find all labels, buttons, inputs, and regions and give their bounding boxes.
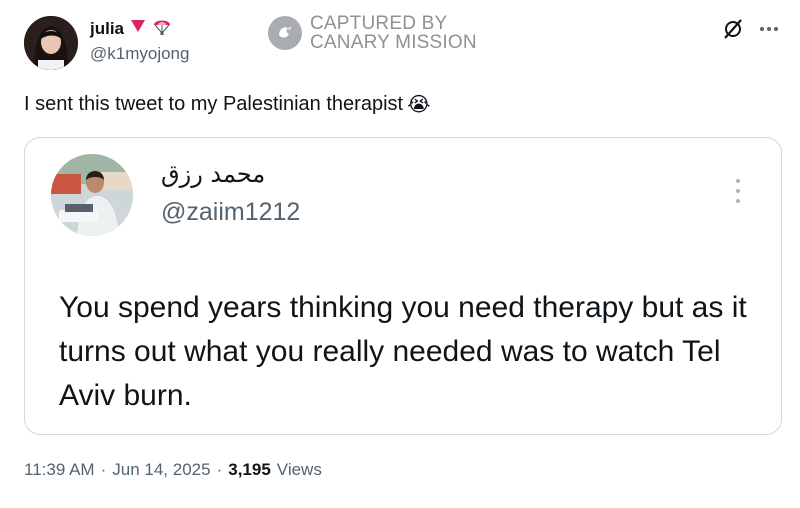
tweet-text-body: I sent this tweet to my Palestinian ther…: [24, 93, 404, 115]
quoted-tweet-card[interactable]: محمد رزق @zaiim1212 You spend years thin…: [24, 137, 782, 435]
parachute-icon: [152, 16, 172, 41]
author-handle[interactable]: @k1myojong: [90, 44, 189, 64]
watermark-line-1: CAPTURED BY: [310, 13, 448, 34]
more-options-icon[interactable]: [758, 18, 780, 40]
grok-icon[interactable]: [722, 18, 744, 40]
loudly-crying-emoji: 😭: [407, 94, 431, 116]
author-display-name[interactable]: julia: [90, 19, 124, 39]
tweet-meta: 11:39 AM · Jun 14, 2025 · 3,195 Views: [24, 460, 322, 480]
quoted-more-icon[interactable]: [731, 176, 745, 206]
author-name-row: julia: [90, 16, 172, 41]
watermark-text: CAPTURED BY CANARY MISSION: [310, 14, 477, 52]
author-avatar[interactable]: [24, 16, 78, 70]
tweet-text: I sent this tweet to my Palestinian ther…: [24, 92, 430, 117]
views-label: Views: [276, 460, 322, 479]
watermark-line-2: CANARY MISSION: [310, 32, 477, 53]
watermark: CAPTURED BY CANARY MISSION: [268, 14, 477, 52]
views-count: 3,195: [228, 460, 271, 479]
quoted-tweet-body: You spend years thinking you need therap…: [59, 291, 747, 412]
meta-separator: ·: [100, 460, 107, 479]
meta-separator: ·: [216, 460, 223, 479]
canary-logo-icon: [268, 16, 302, 50]
tweet-date[interactable]: Jun 14, 2025: [112, 460, 210, 480]
quoted-display-name[interactable]: محمد رزق: [161, 160, 265, 188]
quoted-handle[interactable]: @zaiim1212: [161, 198, 300, 227]
quoted-author-avatar[interactable]: [51, 154, 133, 236]
tweet-container: julia @k1myojong CAPTURED BY CANARY MISS…: [0, 0, 800, 508]
red-heart-icon: [130, 19, 146, 38]
tweet-time[interactable]: 11:39 AM: [24, 460, 95, 480]
